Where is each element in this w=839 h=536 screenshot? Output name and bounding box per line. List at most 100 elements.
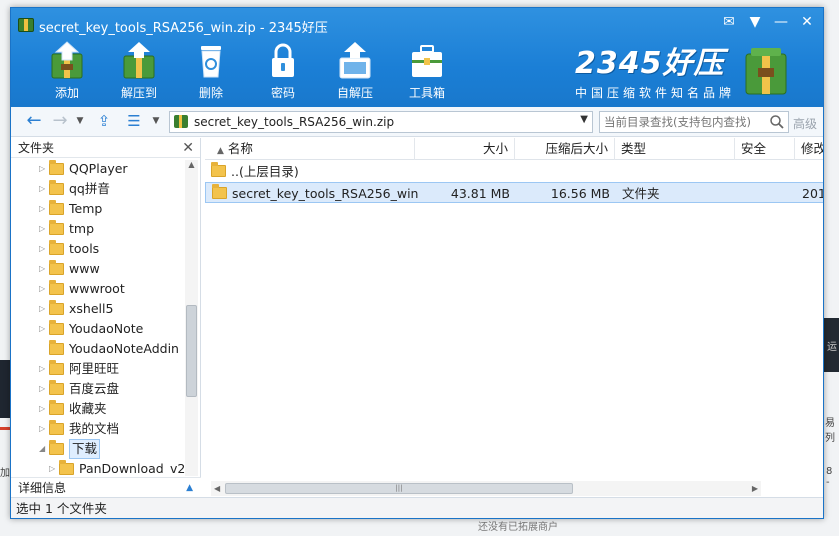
tree-item[interactable]: ▷ 我的文档 [11, 419, 185, 439]
column-header-row: ▲名称 大小 压缩后大小 类型 安全 修改时 [205, 138, 823, 160]
advanced-search-link[interactable]: 高级 [793, 115, 817, 132]
folder-icon [49, 160, 64, 175]
tree-item[interactable]: ▷ wwwroot [11, 279, 185, 299]
table-row[interactable]: ..(上层目录) [205, 161, 823, 182]
brand-logo: 2345好压 中国压缩软件知名品牌 [575, 48, 735, 101]
toolbox-button[interactable]: 工具箱 [391, 40, 463, 101]
feedback-icon[interactable]: ✉ [719, 13, 739, 31]
add-button[interactable]: 添加 [31, 40, 103, 101]
tree-item-label: PanDownload_v2. [79, 461, 185, 475]
extract-to-button[interactable]: 解压到 [103, 40, 175, 101]
toolbox-label: 工具箱 [408, 86, 445, 100]
scroll-left-icon[interactable]: ◀ [214, 481, 220, 496]
expand-arrow-icon[interactable]: ▷ [39, 299, 45, 319]
close-icon[interactable]: ✕ [797, 13, 817, 31]
tree-item[interactable]: ▷ 阿里旺旺 [11, 359, 185, 379]
expanded-arrow-icon[interactable]: ◢ [39, 439, 45, 459]
tree-item[interactable]: ▷ QQPlayer [11, 159, 185, 179]
background-red-line [0, 427, 10, 430]
expand-arrow-icon[interactable]: ▷ [39, 279, 45, 299]
search-box [599, 111, 789, 133]
column-size-label: 大小 [482, 141, 508, 156]
tree-item[interactable]: ▷ PanDownload_v2. [11, 459, 185, 475]
tree-item-label: wwwroot [69, 281, 125, 296]
history-dropdown-icon[interactable]: ▼ [69, 111, 91, 133]
column-packed-size[interactable]: 压缩后大小 [515, 138, 615, 160]
expand-arrow-icon[interactable]: ▷ [49, 459, 55, 475]
expand-arrow-icon[interactable]: ▷ [39, 319, 45, 339]
column-type-label: 类型 [621, 141, 647, 156]
up-folder-icon[interactable]: ⇪ [93, 111, 115, 133]
background-dark-strip-left [0, 360, 10, 418]
column-name[interactable]: ▲ 名称 [205, 138, 415, 160]
close-icon[interactable]: ✕ [182, 138, 194, 158]
column-modified[interactable]: 修改时 [795, 138, 823, 160]
table-row[interactable]: secret_key_tools_RSA256_win 43.81 MB 16.… [205, 182, 823, 203]
tree-item-label: 我的文档 [69, 421, 120, 436]
view-list-icon[interactable]: ☰ [123, 111, 145, 133]
folder-icon [49, 300, 64, 315]
add-label: 添加 [54, 86, 79, 100]
column-security[interactable]: 安全 [735, 138, 795, 160]
delete-button[interactable]: 删除 [175, 40, 247, 101]
tree-item[interactable]: ▷ 百度云盘 [11, 379, 185, 399]
tree-item-label: YoudaoNote [69, 321, 144, 336]
column-type[interactable]: 类型 [615, 138, 735, 160]
background-footer-text: 还没有已拓展商户 [478, 522, 558, 533]
tree-item[interactable]: ▷ 收藏夹 [11, 399, 185, 419]
expand-arrow-icon[interactable]: ▷ [39, 179, 45, 199]
tree-item-label: tools [69, 241, 100, 256]
expand-arrow-icon[interactable]: ▷ [39, 399, 45, 419]
scroll-up-icon[interactable]: ▲ [185, 160, 198, 169]
expand-arrow-icon[interactable]: ▷ [39, 379, 45, 399]
tree-item[interactable]: YoudaoNoteAddin [11, 339, 185, 359]
column-security-label: 安全 [741, 141, 767, 156]
self-extract-button[interactable]: 自解压 [319, 40, 391, 101]
background-side-text: 加 [0, 468, 10, 479]
path-combobox[interactable]: secret_key_tools_RSA256_win.zip ▼ [169, 111, 593, 133]
back-arrow-icon[interactable]: ← [23, 111, 45, 133]
tree-item[interactable]: ▷ YoudaoNote [11, 319, 185, 339]
column-size[interactable]: 大小 [415, 138, 515, 160]
expand-arrow-icon[interactable]: ▷ [39, 359, 45, 379]
expand-arrow-icon[interactable]: ▷ [39, 259, 45, 279]
address-bar: ← → ▼ ⇪ ☰ ▼ secret_key_tools_RSA256_win.… [11, 107, 823, 137]
tree-item[interactable]: ▷ tmp [11, 219, 185, 239]
extract-to-icon [123, 42, 155, 79]
expand-arrow-icon[interactable]: ▷ [39, 219, 45, 239]
window-title: secret_key_tools_RSA256_win.zip - 2345好压 [39, 21, 328, 36]
tree-item[interactable]: ▷ xshell5 [11, 299, 185, 319]
expand-arrow-icon[interactable]: ▷ [39, 419, 45, 439]
details-label: 详细信息 [18, 481, 67, 495]
file-size: 43.81 MB [450, 186, 510, 201]
scrollbar-thumb[interactable] [186, 305, 197, 397]
search-input[interactable] [600, 112, 766, 132]
chevron-down-icon[interactable]: ▼ [580, 114, 588, 125]
app-window: secret_key_tools_RSA256_win.zip - 2345好压… [10, 7, 824, 519]
view-dropdown-icon[interactable]: ▼ [145, 111, 167, 133]
window-controls: ✉ ▼ — ✕ [719, 13, 817, 31]
extract-to-label: 解压到 [120, 86, 157, 100]
tree-item[interactable]: ▷ qq拼音 [11, 179, 185, 199]
folder-panel-header: 文件夹 ✕ [11, 138, 200, 158]
search-icon[interactable] [769, 114, 785, 130]
chevron-up-icon[interactable]: ▲ [186, 478, 193, 498]
scrollbar-thumb[interactable]: ||| [225, 483, 573, 494]
tree-item[interactable]: ▷ tools [11, 239, 185, 259]
tree-item[interactable]: ◢ 下载 [11, 439, 185, 459]
menu-dropdown-icon[interactable]: ▼ [745, 13, 765, 31]
tree-item[interactable]: ▷ www [11, 259, 185, 279]
minimize-icon[interactable]: — [771, 13, 791, 31]
tree-item[interactable]: ▷ Temp [11, 199, 185, 219]
horizontal-scrollbar[interactable]: ◀ ||| ▶ [211, 481, 761, 496]
expand-arrow-icon[interactable]: ▷ [39, 239, 45, 259]
expand-arrow-icon[interactable]: ▷ [39, 199, 45, 219]
scroll-right-icon[interactable]: ▶ [752, 481, 758, 496]
forward-arrow-icon[interactable]: → [49, 111, 71, 133]
title-bar: secret_key_tools_RSA256_win.zip - 2345好压… [11, 8, 823, 107]
expand-arrow-icon[interactable]: ▷ [39, 159, 45, 179]
status-bar: 选中 1 个文件夹 [11, 497, 823, 518]
folder-tree-scrollbar[interactable]: ▲ [185, 160, 198, 476]
password-button[interactable]: 密码 [247, 40, 319, 101]
details-panel-header[interactable]: 详细信息 ▲ [11, 477, 201, 497]
